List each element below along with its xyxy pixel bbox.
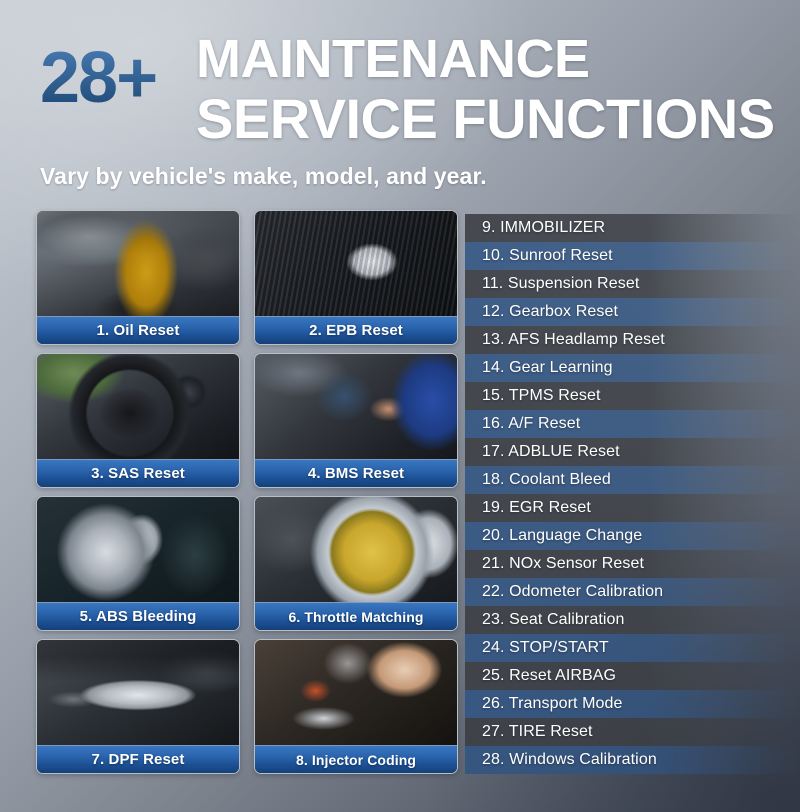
function-card[interactable]: 6. Throttle Matching [254,496,458,631]
card-photo [255,354,457,460]
list-item-label: 12. Gearbox Reset [482,303,618,320]
hands-cleaning-fuel-injectors-photo [255,640,457,746]
page-title-line-2: SERVICE FUNCTIONS [196,87,775,150]
card-label: 5. ABS Bleeding [37,602,239,630]
card-photo [255,640,457,746]
list-item-label: 22. Odometer Calibration [482,583,664,600]
list-item-label: 19. EGR Reset [482,499,591,516]
card-photo [255,211,457,317]
card-photo [37,354,239,460]
function-count-badge: 28+ [40,38,158,118]
function-list: 9. IMMOBILIZER 10. Sunroof Reset 11. Sus… [465,214,800,774]
list-item[interactable]: 18. Coolant Bleed [465,466,800,494]
list-item-label: 11. Suspension Reset [482,275,640,292]
technician-replacing-car-battery-photo [255,354,457,460]
list-item[interactable]: 10. Sunroof Reset [465,242,800,270]
list-item-label: 26. Transport Mode [482,695,623,712]
function-card[interactable]: 1. Oil Reset [36,210,240,345]
card-photo [37,640,239,746]
list-item[interactable]: 19. EGR Reset [465,494,800,522]
list-item-label: 24. STOP/START [482,639,609,656]
list-item-label: 10. Sunroof Reset [482,247,613,264]
function-card[interactable]: 7. DPF Reset [36,639,240,774]
page-title-line-1: MAINTENANCE [196,29,590,89]
list-item[interactable]: 23. Seat Calibration [465,606,800,634]
list-item-label: 15. TPMS Reset [482,387,601,404]
car-steering-wheel-dashboard-photo [37,354,239,460]
list-item[interactable]: 22. Odometer Calibration [465,578,800,606]
function-card[interactable]: 4. BMS Reset [254,353,458,488]
card-label: 3. SAS Reset [37,459,239,487]
card-label: 6. Throttle Matching [255,602,457,630]
list-item-label: 9. IMMOBILIZER [482,219,606,236]
list-item[interactable]: 21. NOx Sensor Reset [465,550,800,578]
list-item-label: 21. NOx Sensor Reset [482,555,645,572]
list-item[interactable]: 27. TIRE Reset [465,718,800,746]
list-item[interactable]: 20. Language Change [465,522,800,550]
list-item[interactable]: 14. Gear Learning [465,354,800,382]
list-item[interactable]: 16. A/F Reset [465,410,800,438]
list-item[interactable]: 11. Suspension Reset [465,270,800,298]
card-label: 8. Injector Coding [255,745,457,773]
card-label: 7. DPF Reset [37,745,239,773]
list-item-label: 16. A/F Reset [482,415,581,432]
function-card[interactable]: 5. ABS Bleeding [36,496,240,631]
card-photo [37,497,239,603]
list-item[interactable]: 12. Gearbox Reset [465,298,800,326]
list-item[interactable]: 17. ADBLUE Reset [465,438,800,466]
list-item[interactable]: 13. AFS Headlamp Reset [465,326,800,354]
card-label: 4. BMS Reset [255,459,457,487]
list-item-label: 20. Language Change [482,527,643,544]
electronic-parking-brake-switch-photo [255,211,457,317]
card-label: 2. EPB Reset [255,316,457,344]
list-item[interactable]: 9. IMMOBILIZER [465,214,800,242]
list-item-label: 27. TIRE Reset [482,723,593,740]
card-label: 1. Oil Reset [37,316,239,344]
exhaust-muffler-under-vehicle-photo [37,640,239,746]
list-item[interactable]: 25. Reset AIRBAG [465,662,800,690]
brake-disc-caliper-assembly-photo [37,497,239,603]
list-item[interactable]: 28. Windows Calibration [465,746,800,774]
function-card[interactable]: 2. EPB Reset [254,210,458,345]
list-item-label: 28. Windows Calibration [482,751,657,768]
maintenance-functions-poster: 28+ MAINTENANCE SERVICE FUNCTIONS Vary b… [0,0,800,812]
card-photo [37,211,239,317]
list-item[interactable]: 24. STOP/START [465,634,800,662]
list-item-label: 13. AFS Headlamp Reset [482,331,665,348]
list-item[interactable]: 15. TPMS Reset [465,382,800,410]
list-item-label: 18. Coolant Bleed [482,471,611,488]
list-item-label: 14. Gear Learning [482,359,613,376]
list-item-label: 25. Reset AIRBAG [482,667,617,684]
list-item-label: 23. Seat Calibration [482,611,625,628]
list-item-label: 17. ADBLUE Reset [482,443,620,460]
card-photo [255,497,457,603]
function-card-grid: 1. Oil Reset 2. EPB Reset 3. SAS Reset 4… [36,210,458,774]
oil-pouring-into-engine-photo [37,211,239,317]
poster-header: 28+ MAINTENANCE SERVICE FUNCTIONS Vary b… [0,0,800,200]
poster-subtitle: Vary by vehicle's make, model, and year. [40,163,487,189]
poster-title: MAINTENANCE SERVICE FUNCTIONS [196,29,796,150]
function-card[interactable]: 3. SAS Reset [36,353,240,488]
throttle-body-valve-photo [255,497,457,603]
list-item[interactable]: 26. Transport Mode [465,690,800,718]
function-card[interactable]: 8. Injector Coding [254,639,458,774]
